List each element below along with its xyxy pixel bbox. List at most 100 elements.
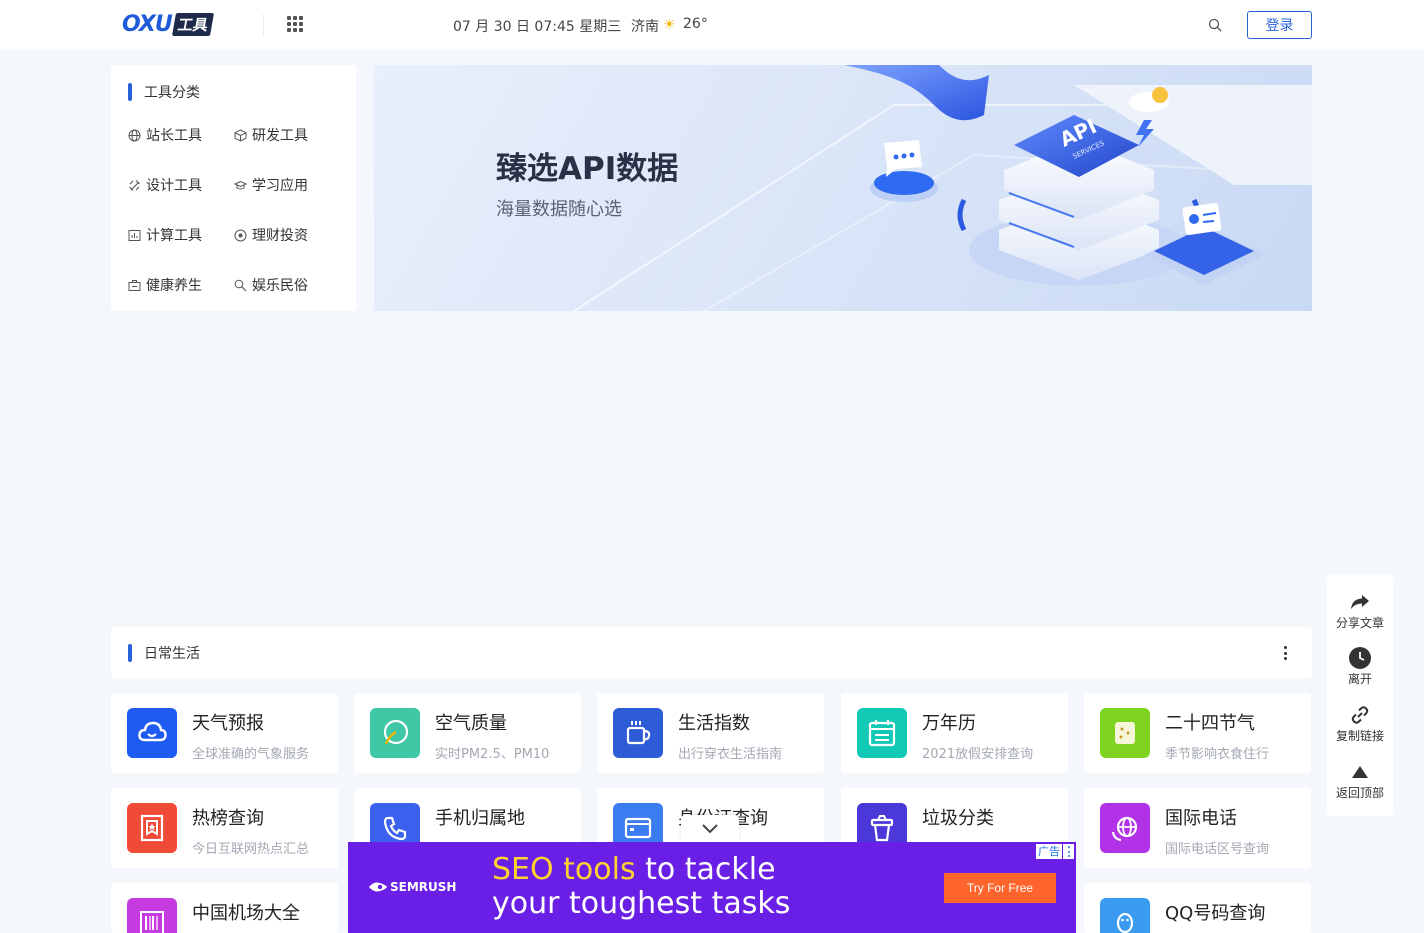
triangle-up-icon bbox=[1327, 761, 1393, 783]
season-icon bbox=[1100, 708, 1150, 758]
share-article-button[interactable]: 分享文章 bbox=[1327, 591, 1393, 631]
ad-headline-line1: SEO tools to tackle bbox=[492, 852, 776, 887]
site-logo[interactable]: OXU 工具 bbox=[122, 12, 214, 37]
tool-name: 热榜查询 bbox=[192, 808, 264, 829]
cloud-icon bbox=[127, 708, 177, 758]
chevron-down-icon bbox=[702, 823, 718, 833]
tool-card-calendar[interactable]: 万年历 2021放假安排查询 bbox=[841, 693, 1068, 773]
category-item-design[interactable]: 设计工具 bbox=[128, 175, 202, 195]
tool-name: 垃圾分类 bbox=[922, 808, 994, 829]
tool-description: 出行穿衣生活指南 bbox=[678, 747, 783, 762]
cup-icon bbox=[613, 708, 663, 758]
category-item-label: 理财投资 bbox=[252, 228, 308, 244]
leave-label: 离开 bbox=[1347, 672, 1372, 686]
ad-headline-rest: to tackle bbox=[635, 852, 776, 887]
tool-card-airports[interactable]: 中国机场大全 bbox=[111, 883, 338, 933]
semrush-flame-icon bbox=[369, 882, 387, 892]
title-accent-bar bbox=[128, 83, 132, 101]
tool-card-life-index[interactable]: 生活指数 出行穿衣生活指南 bbox=[597, 693, 824, 773]
category-item-webmaster[interactable]: 站长工具 bbox=[128, 125, 202, 145]
category-item-label: 站长工具 bbox=[146, 128, 202, 144]
banner-title: 臻选API数据 bbox=[496, 151, 679, 187]
header-divider bbox=[263, 14, 264, 36]
top-header: OXU 工具 07 月 30 日 07:45 星期三 济南 ☀ 26° 登录 bbox=[0, 0, 1424, 50]
bar-chart-icon bbox=[128, 229, 141, 241]
tool-card-weather[interactable]: 天气预报 全球准确的气象服务 bbox=[111, 693, 338, 773]
category-item-label: 研发工具 bbox=[252, 128, 308, 144]
tool-name: 空气质量 bbox=[435, 713, 507, 734]
floating-sidebar: 分享文章 离开 复制链接 返回顶部 bbox=[1327, 574, 1393, 816]
tool-description: 季节影响衣食住行 bbox=[1165, 747, 1270, 762]
category-item-calculate[interactable]: 计算工具 bbox=[128, 225, 202, 245]
category-item-health[interactable]: 健康养生 bbox=[128, 275, 202, 295]
cube-icon bbox=[234, 128, 247, 142]
tool-name: QQ号码查询 bbox=[1165, 903, 1266, 924]
category-item-label: 娱乐民俗 bbox=[252, 278, 308, 294]
clock-icon bbox=[1327, 647, 1393, 669]
tool-name: 二十四节气 bbox=[1165, 713, 1255, 734]
tool-description: 国际电话区号查询 bbox=[1165, 842, 1270, 857]
category-item-label: 学习应用 bbox=[252, 178, 308, 194]
login-button[interactable]: 登录 bbox=[1247, 11, 1312, 39]
tool-card-solar-terms[interactable]: 二十四节气 季节影响衣食住行 bbox=[1084, 693, 1311, 773]
category-item-finance[interactable]: 理财投资 bbox=[234, 225, 308, 245]
category-title-text: 工具分类 bbox=[144, 85, 200, 101]
tool-name: 天气预报 bbox=[192, 713, 264, 734]
tool-card-intl-phone[interactable]: 国际电话 国际电话区号查询 bbox=[1084, 788, 1311, 868]
copy-link-button[interactable]: 复制链接 bbox=[1327, 704, 1393, 744]
tool-description: 2021放假安排查询 bbox=[922, 747, 1034, 762]
globe-icon bbox=[128, 129, 141, 141]
tool-category-panel: 工具分类 站长工具 研发工具 设计工具 学习应用 计算工具 理财投资 健康养生 … bbox=[111, 65, 356, 311]
advertisement-banner[interactable]: SEMRUSH SEO tools to tackle your toughes… bbox=[348, 842, 1076, 933]
link-icon bbox=[1327, 704, 1393, 726]
penguin-icon bbox=[1100, 898, 1150, 933]
bookmark-star-icon bbox=[127, 803, 177, 853]
barcode-icon bbox=[127, 898, 177, 933]
daily-life-header: 日常生活 bbox=[111, 627, 1312, 678]
weather-city[interactable]: 济南 bbox=[631, 16, 659, 36]
tool-description: 今日互联网热点汇总 bbox=[192, 842, 310, 857]
more-options-icon[interactable] bbox=[1283, 646, 1287, 660]
category-item-entertainment[interactable]: 娱乐民俗 bbox=[234, 275, 308, 295]
ad-collapse-button[interactable] bbox=[681, 815, 739, 842]
tool-name: 中国机场大全 bbox=[192, 903, 300, 924]
ad-headline-highlight: SEO tools bbox=[492, 852, 636, 887]
ad-headline-line2: your toughest tasks bbox=[492, 886, 791, 921]
title-accent-bar bbox=[128, 644, 132, 662]
ad-label-tag[interactable]: 广告 bbox=[1036, 844, 1062, 859]
target-icon bbox=[234, 229, 247, 241]
share-article-label: 分享文章 bbox=[1335, 616, 1384, 630]
banner-subtitle: 海量数据随心选 bbox=[496, 199, 622, 220]
category-item-learning[interactable]: 学习应用 bbox=[234, 175, 308, 195]
tool-name: 手机归属地 bbox=[435, 808, 525, 829]
sun-icon: ☀ bbox=[663, 17, 676, 33]
globe-phone-icon bbox=[1100, 803, 1150, 853]
medkit-icon bbox=[128, 279, 141, 291]
palette-icon bbox=[129, 179, 140, 191]
category-item-dev[interactable]: 研发工具 bbox=[234, 125, 308, 145]
logo-badge: 工具 bbox=[171, 13, 214, 36]
search-icon[interactable] bbox=[1208, 18, 1222, 32]
back-to-top-button[interactable]: 返回顶部 bbox=[1327, 761, 1393, 801]
promo-banner[interactable]: API SERVICES 臻选API数据 海量数据随心选 bbox=[374, 65, 1312, 311]
section-title: 日常生活 bbox=[128, 643, 200, 663]
category-item-label: 计算工具 bbox=[146, 228, 202, 244]
back-to-top-label: 返回顶部 bbox=[1335, 786, 1384, 800]
graduation-cap-icon bbox=[234, 180, 247, 189]
tool-name: 生活指数 bbox=[678, 713, 750, 734]
apps-grid-icon[interactable] bbox=[287, 16, 303, 32]
ad-options-icon[interactable] bbox=[1063, 844, 1074, 859]
tool-card-qq-lookup[interactable]: QQ号码查询 bbox=[1084, 883, 1311, 933]
leave-button[interactable]: 离开 bbox=[1327, 647, 1393, 687]
logo-text: OXU bbox=[122, 12, 173, 37]
tool-card-air-quality[interactable]: 空气质量 实时PM2.5、PM10 bbox=[354, 693, 581, 773]
tool-card-hot-list[interactable]: 热榜查询 今日互联网热点汇总 bbox=[111, 788, 338, 868]
category-item-label: 健康养生 bbox=[146, 278, 202, 294]
magnifier-icon bbox=[234, 279, 247, 291]
tool-name: 国际电话 bbox=[1165, 808, 1237, 829]
tool-name: 万年历 bbox=[922, 713, 976, 734]
header-date: 07 月 30 日 07:45 星期三 bbox=[453, 19, 622, 35]
ad-cta-button[interactable]: Try For Free bbox=[944, 873, 1056, 903]
leaf-icon bbox=[370, 708, 420, 758]
section-title-text: 日常生活 bbox=[144, 646, 200, 662]
